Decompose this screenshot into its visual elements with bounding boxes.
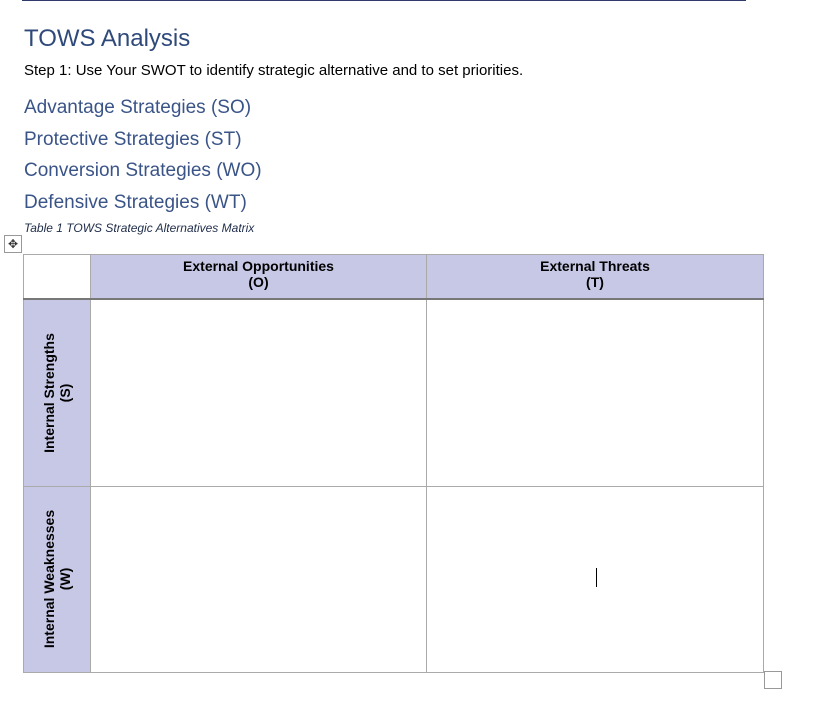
page-title: TOWS Analysis [24,25,191,52]
row-label: (S) [57,383,73,403]
header-label: External Threats [540,258,650,274]
row-label: (W) [57,567,73,591]
top-rule [22,0,746,1]
header-label: (O) [248,274,269,290]
row-label: Internal Weaknesses [41,509,57,649]
cell-wt[interactable] [426,485,764,673]
cell-so[interactable] [90,298,427,487]
strategy-heading: Conversion Strategies (WO) [24,160,262,181]
step-text: Step 1: Use Your SWOT to identify strate… [24,62,524,79]
table-move-handle-icon[interactable]: ✥ [4,235,22,253]
strategy-heading: Defensive Strategies (WT) [24,192,247,213]
header-label: (T) [586,274,604,290]
strategy-heading: Advantage Strategies (SO) [24,97,252,118]
table-resize-handle[interactable] [764,671,782,689]
tows-matrix: External Opportunities (O) External Threa… [23,254,764,673]
strategy-heading: Protective Strategies (ST) [24,129,242,150]
row-label: Internal Strengths [41,332,57,453]
cell-st[interactable] [426,298,764,487]
table-caption: Table 1 TOWS Strategic Alternatives Matr… [24,221,255,235]
text-cursor [596,568,597,587]
cell-wo[interactable] [90,485,427,673]
corner-cell[interactable] [23,254,91,300]
row-strengths[interactable]: Internal Strengths (S) [23,298,91,487]
row-weaknesses[interactable]: Internal Weaknesses (W) [23,485,91,673]
header-opportunities[interactable]: External Opportunities (O) [90,254,427,300]
header-label: External Opportunities [183,258,334,274]
header-threats[interactable]: External Threats (T) [426,254,764,300]
